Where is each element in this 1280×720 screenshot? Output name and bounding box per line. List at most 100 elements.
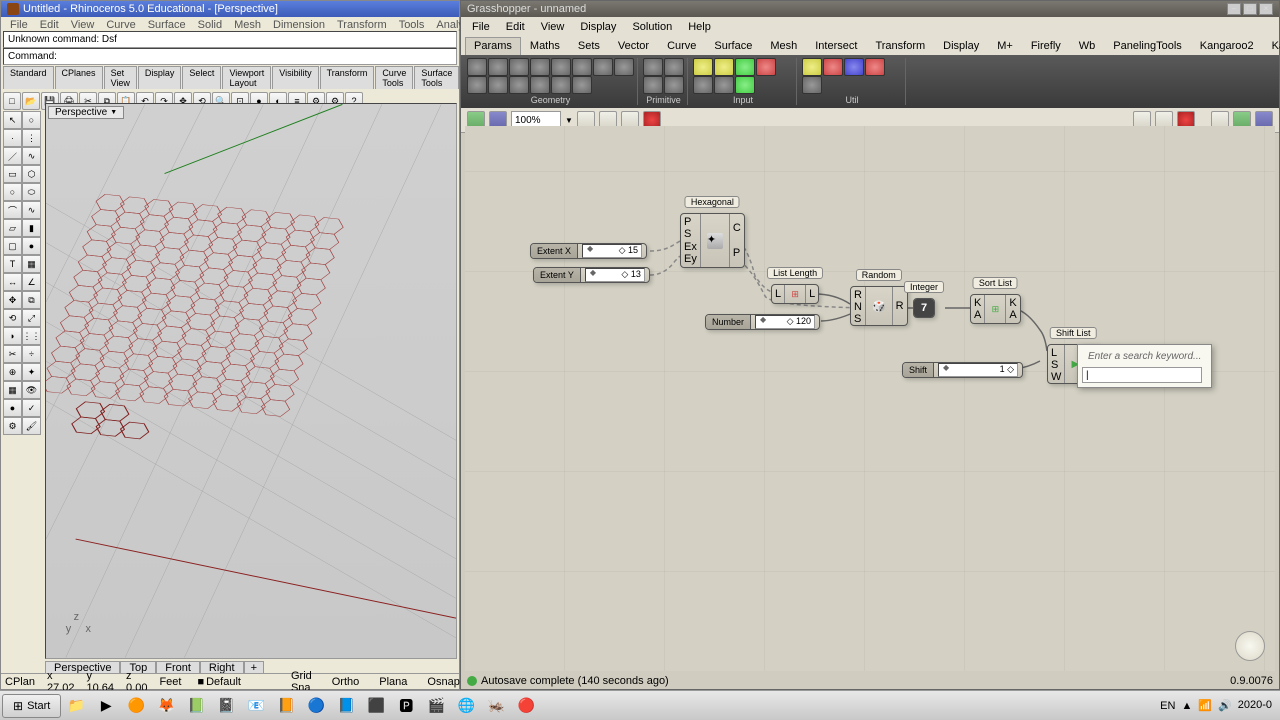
trim-icon[interactable]: ✂ — [3, 345, 22, 363]
geom-icon[interactable] — [551, 58, 571, 76]
sphere-icon[interactable]: ● — [22, 237, 41, 255]
task-chrome-icon[interactable]: 🌐 — [452, 693, 480, 719]
snap-planar[interactable]: Plana — [375, 676, 411, 688]
viewport-name-tab[interactable]: Perspective — [48, 106, 124, 119]
geom-icon[interactable] — [530, 58, 550, 76]
join-icon[interactable]: ⊕ — [3, 363, 22, 381]
array-icon[interactable]: ⋮⋮ — [22, 327, 41, 345]
input-icon[interactable] — [693, 58, 713, 76]
menu-dimension[interactable]: Dimension — [268, 19, 330, 29]
gear-icon[interactable]: ⚙ — [3, 417, 22, 435]
geom-icon[interactable] — [467, 58, 487, 76]
slider-extent-x[interactable]: Extent X ◇ 15 — [530, 243, 647, 259]
port-a[interactable]: A — [1009, 309, 1016, 321]
task-app4-icon[interactable]: 🎬 — [422, 693, 450, 719]
task-record-icon[interactable]: 🔴 — [512, 693, 540, 719]
port-s[interactable]: S — [854, 313, 862, 325]
component-search-popup[interactable]: Enter a search keyword... — [1077, 344, 1212, 388]
menu-curve[interactable]: Curve — [101, 19, 140, 29]
menu-mesh[interactable]: Mesh — [229, 19, 266, 29]
task-app2-icon[interactable]: 🔵 — [302, 693, 330, 719]
rect-icon[interactable]: ▭ — [3, 165, 22, 183]
explode-icon[interactable]: ✦ — [22, 363, 41, 381]
gh-tab-transform[interactable]: Transform — [866, 37, 934, 55]
slider-number[interactable]: Number ◇ 120 — [705, 314, 820, 330]
component-integer[interactable]: Integer 7 — [913, 298, 935, 318]
menu-transform[interactable]: Transform — [332, 19, 392, 29]
geom-icon[interactable] — [467, 76, 487, 94]
slider-extent-y[interactable]: Extent Y ◇ 13 — [533, 267, 650, 283]
gh-menu-solution[interactable]: Solution — [625, 19, 679, 35]
menu-surface[interactable]: Surface — [143, 19, 191, 29]
tab-setview[interactable]: Set View — [104, 66, 137, 89]
geom-icon[interactable] — [572, 76, 592, 94]
prim-icon[interactable] — [664, 76, 684, 94]
port-ey[interactable]: Ey — [684, 253, 697, 265]
polygon-icon[interactable]: ⬡ — [22, 165, 41, 183]
port-l[interactable]: L — [809, 288, 815, 300]
point-icon[interactable]: · — [3, 129, 22, 147]
extrude-icon[interactable]: ▮ — [22, 219, 41, 237]
geom-icon[interactable] — [488, 76, 508, 94]
command-input[interactable]: Command: — [3, 48, 457, 65]
port-r[interactable]: R — [896, 300, 904, 312]
util-icon[interactable] — [844, 58, 864, 76]
surface-icon[interactable]: ▱ — [3, 219, 22, 237]
task-word-icon[interactable]: 📘 — [332, 693, 360, 719]
rhino-titlebar[interactable]: Untitled - Rhinoceros 5.0 Educational - … — [1, 1, 459, 17]
port-l[interactable]: L — [775, 288, 781, 300]
check-icon[interactable]: ✓ — [22, 399, 41, 417]
points-icon[interactable]: ⋮ — [22, 129, 41, 147]
task-onenote-icon[interactable]: 📓 — [212, 693, 240, 719]
tab-visibility[interactable]: Visibility — [272, 66, 318, 89]
gh-menu-file[interactable]: File — [465, 19, 497, 35]
scale-icon[interactable]: ⤢ — [22, 309, 41, 327]
task-powerpoint-icon[interactable]: 📙 — [272, 693, 300, 719]
curve-icon[interactable]: ∿ — [22, 201, 41, 219]
slider-value[interactable]: ◇ 120 — [755, 315, 815, 329]
new-icon[interactable]: □ — [3, 92, 21, 110]
input-icon[interactable] — [714, 58, 734, 76]
task-app-icon[interactable]: 🟠 — [122, 693, 150, 719]
port-r[interactable]: R — [854, 289, 862, 301]
prim-icon[interactable] — [643, 58, 663, 76]
tab-display[interactable]: Display — [138, 66, 182, 89]
input-icon[interactable] — [735, 76, 755, 94]
open-icon[interactable]: 📂 — [22, 92, 40, 110]
gh-tab-maths[interactable]: Maths — [521, 37, 569, 55]
gh-tab-kangaroo[interactable]: Kangaroo — [1263, 37, 1280, 55]
menu-tools[interactable]: Tools — [394, 19, 430, 29]
tab-standard[interactable]: Standard — [3, 66, 54, 89]
menu-edit[interactable]: Edit — [35, 19, 64, 29]
hatch-icon[interactable]: ▦ — [22, 255, 41, 273]
tab-curvetools[interactable]: Curve Tools — [375, 66, 413, 89]
tab-viewportlayout[interactable]: Viewport Layout — [222, 66, 271, 89]
geom-icon[interactable] — [509, 58, 529, 76]
paint-icon[interactable]: 🖌 — [22, 417, 41, 435]
component-random[interactable]: Random R N S 🎲 R — [850, 286, 908, 326]
util-icon[interactable] — [802, 58, 822, 76]
geom-icon[interactable] — [509, 76, 529, 94]
copy2-icon[interactable]: ⧉ — [22, 291, 41, 309]
gh-tab-params[interactable]: Params — [465, 37, 521, 55]
menu-view[interactable]: View — [66, 19, 100, 29]
gh-tab-vector[interactable]: Vector — [609, 37, 658, 55]
status-layer[interactable]: Default — [193, 676, 245, 688]
close-button[interactable]: × — [1259, 3, 1273, 15]
port-c[interactable]: C — [733, 222, 741, 234]
gh-menu-help[interactable]: Help — [681, 19, 718, 35]
gh-tab-display[interactable]: Display — [934, 37, 988, 55]
input-icon[interactable] — [735, 58, 755, 76]
snap-osnap[interactable]: Osnap — [423, 676, 463, 688]
clock[interactable]: 2020-0 — [1238, 699, 1272, 711]
slider-value[interactable]: ◇ 15 — [582, 244, 642, 258]
task-photoshop-icon[interactable]: 🅿 — [392, 693, 420, 719]
rotate2-icon[interactable]: ⟲ — [3, 309, 22, 327]
geom-icon[interactable] — [614, 58, 634, 76]
pointer-icon[interactable]: ↖ — [3, 111, 22, 129]
port-a[interactable]: A — [974, 309, 981, 321]
line-icon[interactable]: ／ — [3, 147, 22, 165]
tab-transform[interactable]: Transform — [320, 66, 375, 89]
search-input[interactable] — [1082, 367, 1202, 383]
task-excel-icon[interactable]: 📗 — [182, 693, 210, 719]
